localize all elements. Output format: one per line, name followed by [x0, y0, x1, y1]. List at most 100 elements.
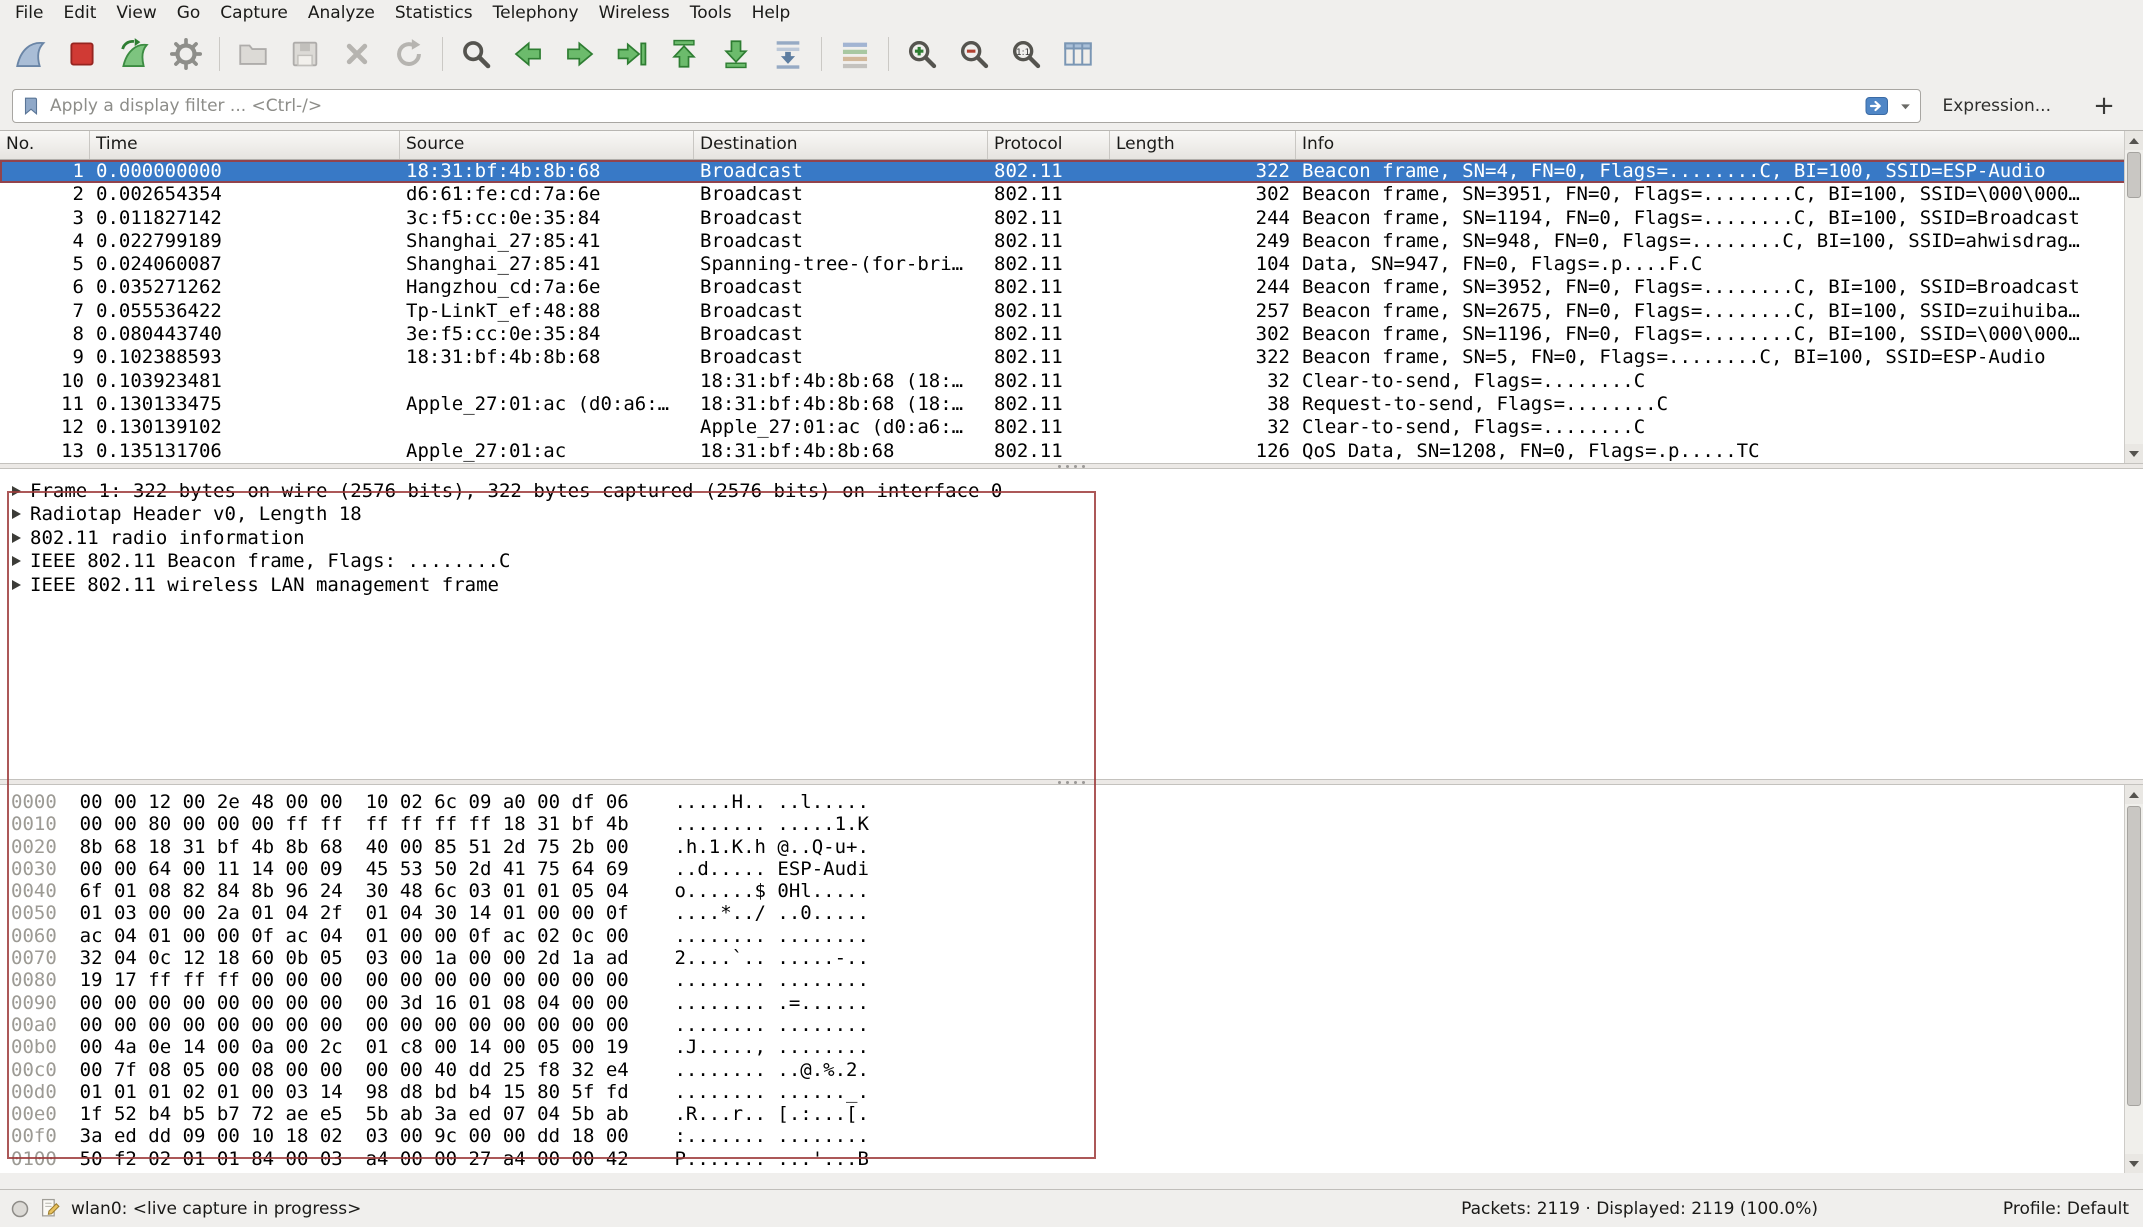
go-last-button[interactable] [710, 31, 762, 77]
column-header-length[interactable]: Length [1110, 131, 1296, 159]
expander-icon[interactable] [12, 556, 21, 566]
zoom-original-button[interactable]: 1:1 [1000, 31, 1052, 77]
start-capture-button[interactable] [4, 31, 56, 77]
find-packet-button[interactable] [450, 31, 502, 77]
go-to-packet-button[interactable] [606, 31, 658, 77]
packet-row-3[interactable]: 30.0118271423c:f5:cc:0e:35:84Broadcast80… [0, 207, 2143, 230]
stop-capture-button[interactable] [56, 31, 108, 77]
scrollbar-thumb[interactable] [2127, 152, 2141, 198]
column-header-protocol[interactable]: Protocol [988, 131, 1110, 159]
column-header-time[interactable]: Time [90, 131, 400, 159]
menu-item-help[interactable]: Help [742, 2, 801, 24]
hex-row-00e0[interactable]: 00e01f 52 b4 b5 b7 72 ae e5 5b ab 3a ed … [11, 1103, 2143, 1125]
hex-row-00c0[interactable]: 00c000 7f 08 05 00 08 00 00 00 00 40 dd … [11, 1059, 2143, 1081]
hex-row-0000[interactable]: 000000 00 12 00 2e 48 00 00 10 02 6c 09 … [11, 791, 2143, 813]
scrollbar-track[interactable] [2125, 150, 2143, 444]
expert-info-icon[interactable] [10, 1199, 30, 1219]
reload-button[interactable] [383, 31, 435, 77]
add-filter-button[interactable]: + [2087, 93, 2121, 119]
packet-row-4[interactable]: 40.022799189Shanghai_27:85:41Broadcast80… [0, 230, 2143, 253]
hex-row-0090[interactable]: 009000 00 00 00 00 00 00 00 00 3d 16 01 … [11, 992, 2143, 1014]
go-first-button[interactable] [658, 31, 710, 77]
filter-apply-icon[interactable] [1864, 95, 1890, 117]
packet-row-11[interactable]: 110.130133475Apple_27:01:ac (d0:a6:…18:3… [0, 393, 2143, 416]
open-file-button[interactable] [227, 31, 279, 77]
zoom-out-button[interactable] [948, 31, 1000, 77]
packet-row-7[interactable]: 70.055536422Tp-LinkT_ef:48:88Broadcast80… [0, 300, 2143, 323]
expander-icon[interactable] [12, 580, 21, 590]
resize-columns-button[interactable] [1052, 31, 1104, 77]
packet-row-1[interactable]: 10.00000000018:31:bf:4b:8b:68Broadcast80… [0, 160, 2143, 183]
hex-scrollbar[interactable] [2124, 785, 2143, 1173]
save-file-button[interactable] [279, 31, 331, 77]
go-forward-button[interactable] [554, 31, 606, 77]
expander-icon[interactable] [12, 533, 21, 543]
hex-row-0070[interactable]: 007032 04 0c 12 18 60 0b 05 03 00 1a 00 … [11, 947, 2143, 969]
packet-row-6[interactable]: 60.035271262Hangzhou_cd:7a:6eBroadcast80… [0, 276, 2143, 299]
cell-destination: Broadcast [694, 160, 988, 183]
detail-line-2[interactable]: Radiotap Header v0, Length 18 [10, 503, 2143, 527]
menu-item-analyze[interactable]: Analyze [298, 2, 385, 24]
menu-item-go[interactable]: Go [167, 2, 211, 24]
scroll-up-button[interactable] [2125, 785, 2143, 804]
expander-icon[interactable] [12, 509, 21, 519]
filter-bookmark-icon[interactable] [20, 94, 42, 118]
packet-row-12[interactable]: 120.130139102Apple_27:01:ac (d0:a6:…802.… [0, 416, 2143, 439]
go-back-button[interactable] [502, 31, 554, 77]
hex-row-0100[interactable]: 010050 f2 02 01 01 84 00 03 a4 00 00 27 … [11, 1148, 2143, 1170]
capture-file-properties-icon[interactable] [40, 1198, 61, 1219]
close-file-button[interactable] [331, 31, 383, 77]
packet-row-2[interactable]: 20.002654354d6:61:fe:cd:7a:6eBroadcast80… [0, 183, 2143, 206]
cell-no: 8 [0, 323, 90, 346]
hex-row-00b0[interactable]: 00b000 4a 0e 14 00 0a 00 2c 01 c8 00 14 … [11, 1036, 2143, 1058]
expression-button[interactable]: Expression... [1943, 96, 2052, 116]
hex-row-00f0[interactable]: 00f03a ed dd 09 00 10 18 02 03 00 9c 00 … [11, 1125, 2143, 1147]
filter-dropdown-icon[interactable] [1898, 100, 1913, 113]
packet-row-5[interactable]: 50.024060087Shanghai_27:85:41Spanning-tr… [0, 253, 2143, 276]
menu-item-file[interactable]: File [5, 2, 53, 24]
scroll-down-button[interactable] [2125, 444, 2143, 463]
packet-row-9[interactable]: 90.10238859318:31:bf:4b:8b:68Broadcast80… [0, 346, 2143, 369]
menu-item-statistics[interactable]: Statistics [385, 2, 483, 24]
scrollbar-track[interactable] [2125, 804, 2143, 1154]
packet-row-13[interactable]: 130.135131706Apple_27:01:ac18:31:bf:4b:8… [0, 440, 2143, 463]
column-header-source[interactable]: Source [400, 131, 694, 159]
hex-row-0080[interactable]: 008019 17 ff ff ff 00 00 00 00 00 00 00 … [11, 969, 2143, 991]
detail-line-1[interactable]: Frame 1: 322 bytes on wire (2576 bits), … [10, 479, 2143, 503]
hex-row-0030[interactable]: 003000 00 64 00 11 14 00 09 45 53 50 2d … [11, 858, 2143, 880]
detail-line-4[interactable]: IEEE 802.11 Beacon frame, Flags: .......… [10, 550, 2143, 574]
packet-row-8[interactable]: 80.0804437403e:f5:cc:0e:35:84Broadcast80… [0, 323, 2143, 346]
pane-splitter[interactable] [0, 463, 2143, 469]
hex-row-0020[interactable]: 00208b 68 18 31 bf 4b 8b 68 40 00 85 51 … [11, 836, 2143, 858]
hex-row-00d0[interactable]: 00d001 01 01 02 01 00 03 14 98 d8 bd b4 … [11, 1081, 2143, 1103]
display-filter-input[interactable] [50, 96, 1856, 116]
expander-icon[interactable] [12, 486, 21, 496]
menu-item-view[interactable]: View [106, 2, 166, 24]
display-filter-field[interactable] [12, 89, 1921, 123]
hex-row-0060[interactable]: 0060ac 04 01 00 00 0f ac 04 01 00 00 0f … [11, 925, 2143, 947]
column-header-destination[interactable]: Destination [694, 131, 988, 159]
detail-line-3[interactable]: 802.11 radio information [10, 526, 2143, 550]
scroll-down-button[interactable] [2125, 1154, 2143, 1173]
scroll-up-button[interactable] [2125, 131, 2143, 150]
menu-item-telephony[interactable]: Telephony [483, 2, 589, 24]
menu-item-tools[interactable]: Tools [680, 2, 742, 24]
scrollbar-thumb[interactable] [2127, 806, 2141, 1106]
column-header-no[interactable]: No. [0, 131, 90, 159]
zoom-in-button[interactable] [896, 31, 948, 77]
auto-scroll-button[interactable] [762, 31, 814, 77]
colorize-button[interactable] [829, 31, 881, 77]
hex-row-0050[interactable]: 005001 03 00 00 2a 01 04 2f 01 04 30 14 … [11, 902, 2143, 924]
hex-row-0010[interactable]: 001000 00 80 00 00 00 ff ff ff ff ff ff … [11, 813, 2143, 835]
hex-row-00a0[interactable]: 00a000 00 00 00 00 00 00 00 00 00 00 00 … [11, 1014, 2143, 1036]
packet-list-scrollbar[interactable] [2124, 131, 2143, 463]
menu-item-wireless[interactable]: Wireless [589, 2, 680, 24]
capture-options-button[interactable] [160, 31, 212, 77]
detail-line-5[interactable]: IEEE 802.11 wireless LAN management fram… [10, 573, 2143, 597]
column-header-info[interactable]: Info [1296, 131, 2143, 159]
packet-row-10[interactable]: 100.10392348118:31:bf:4b:8b:68 (18:…802.… [0, 370, 2143, 393]
restart-capture-button[interactable] [108, 31, 160, 77]
menu-item-capture[interactable]: Capture [210, 2, 298, 24]
hex-row-0040[interactable]: 00406f 01 08 82 84 8b 96 24 30 48 6c 03 … [11, 880, 2143, 902]
menu-item-edit[interactable]: Edit [53, 2, 106, 24]
